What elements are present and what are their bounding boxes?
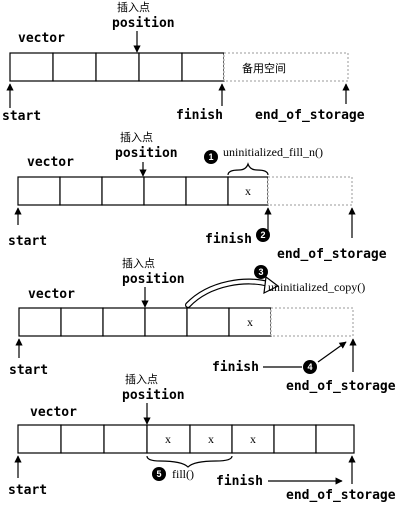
insert-point-label: 插入点 <box>122 256 155 270</box>
cell <box>17 176 61 206</box>
cell <box>273 424 317 454</box>
cell <box>103 424 148 454</box>
start-label: start <box>8 483 47 498</box>
end-of-storage-label: end_of_storage <box>255 108 365 123</box>
cell-value-x: x <box>245 184 251 198</box>
position-label: position <box>112 16 175 31</box>
step-badge-5-text: 5 <box>156 469 161 479</box>
copy-arrow-body <box>186 279 270 307</box>
cell <box>52 52 97 82</box>
position-label: position <box>122 272 185 287</box>
insert-point-label: 插入点 <box>117 0 150 14</box>
cell <box>138 52 183 82</box>
end-of-storage-label: end_of_storage <box>286 488 396 503</box>
cell <box>101 176 145 206</box>
cell-value-x: x <box>247 315 253 329</box>
fill-brace <box>227 162 269 176</box>
finish-label: finish <box>216 474 263 489</box>
start-label: start <box>9 363 48 378</box>
panel-1: vector 插入点 position 备用空间 start finish en… <box>2 0 365 124</box>
finish-arrow <box>317 341 347 363</box>
cell <box>186 307 230 337</box>
cell <box>17 424 62 454</box>
vector-cells <box>9 52 225 82</box>
step-badge-2-text: 2 <box>260 230 265 240</box>
spare-space <box>270 307 354 337</box>
insert-diagram: vector 插入点 position 备用空间 start finish en… <box>0 0 410 503</box>
position-label: position <box>122 388 185 403</box>
diagram-svg: vector 插入点 position 备用空间 start finish en… <box>2 0 396 503</box>
cell <box>9 52 54 82</box>
cell-value-x: x <box>165 432 171 446</box>
cell <box>18 307 62 337</box>
panel-3: vector 插入点 position 3 uninitialized_copy… <box>9 256 396 394</box>
position-label: position <box>115 146 178 161</box>
insert-point-label: 插入点 <box>125 372 158 386</box>
cell <box>315 424 355 454</box>
cell <box>95 52 140 82</box>
uninit-copy-label: uninitialized_copy() <box>268 280 365 294</box>
cell <box>60 307 104 337</box>
cell <box>102 307 146 337</box>
vector-label: vector <box>30 405 77 420</box>
cell <box>59 176 103 206</box>
vector-cells <box>17 176 269 206</box>
start-label: start <box>8 234 47 249</box>
insert-point-label: 插入点 <box>120 130 153 144</box>
vector-cells <box>17 424 355 454</box>
cell <box>181 52 225 82</box>
spare-space <box>267 176 353 206</box>
vector-label: vector <box>18 31 65 46</box>
vector-label: vector <box>27 155 74 170</box>
cell <box>60 424 105 454</box>
finish-label: finish <box>176 108 223 123</box>
fill-label: fill() <box>172 467 194 481</box>
uninit-fill-n-label: uninitialized_fill_n() <box>223 145 323 159</box>
end-of-storage-label: end_of_storage <box>286 379 396 394</box>
cell <box>144 307 188 337</box>
panel-2: vector 插入点 position 1 uninitialized_fill… <box>8 130 387 262</box>
cell <box>185 176 229 206</box>
cell-value-x: x <box>208 432 214 446</box>
spare-space-label: 备用空间 <box>242 61 286 75</box>
cell-value-x: x <box>250 432 256 446</box>
finish-label: finish <box>212 360 259 375</box>
step-badge-4-text: 4 <box>307 362 312 372</box>
vector-cells <box>18 307 272 337</box>
step-badge-3-text: 3 <box>258 267 263 277</box>
end-of-storage-label: end_of_storage <box>277 247 387 262</box>
step-badge-1-text: 1 <box>208 152 213 162</box>
start-label: start <box>2 109 41 124</box>
finish-label: finish <box>205 232 252 247</box>
fill-brace <box>146 455 233 468</box>
vector-label: vector <box>28 287 75 302</box>
cell <box>143 176 187 206</box>
